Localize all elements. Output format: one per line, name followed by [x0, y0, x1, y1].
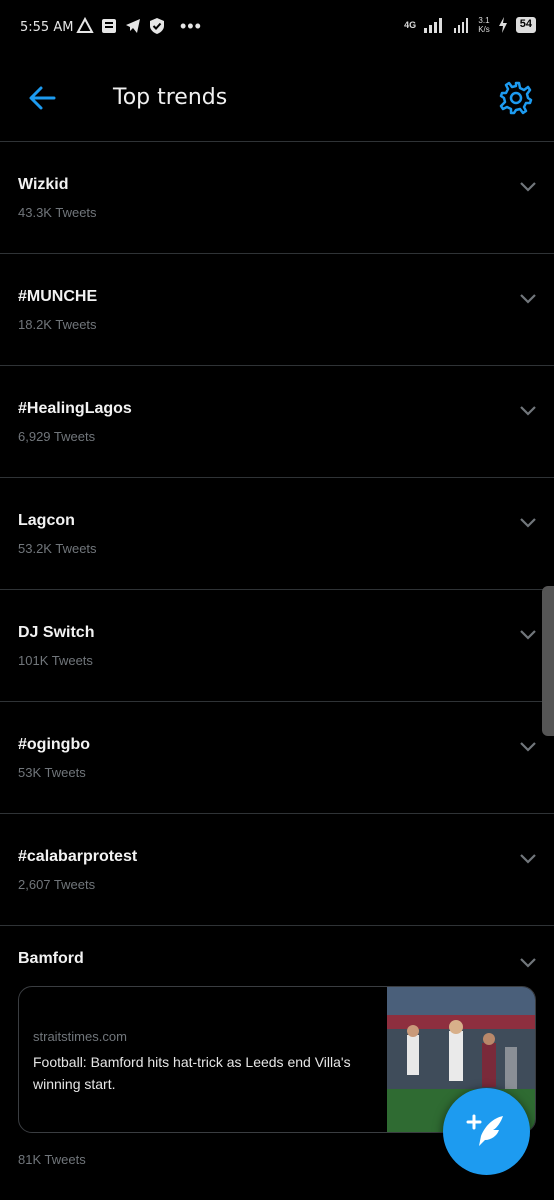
battery-indicator: 54: [515, 17, 536, 33]
trend-name: Bamford: [18, 950, 84, 967]
news-source: straitstimes.com: [33, 1029, 127, 1044]
chevron-down-icon[interactable]: [518, 626, 538, 642]
trend-count: 53.2K Tweets: [18, 541, 97, 556]
trend-count: 101K Tweets: [18, 653, 93, 668]
chevron-down-icon[interactable]: [518, 178, 538, 194]
chevron-down-icon[interactable]: [518, 738, 538, 754]
status-bar: 5:55 AM ••• 4G 3.1 K/s 54: [0, 0, 554, 56]
trend-row[interactable]: DJ Switch 101K Tweets: [0, 590, 554, 702]
more-notifications-dots: •••: [180, 16, 202, 36]
trend-row[interactable]: Wizkid 43.3K Tweets: [0, 142, 554, 254]
trend-row[interactable]: #ogingbo 53K Tweets: [0, 702, 554, 814]
trend-count: 81K Tweets: [18, 1152, 86, 1167]
trend-name: DJ Switch: [18, 624, 95, 641]
compose-tweet-button[interactable]: [443, 1088, 530, 1175]
chevron-down-icon[interactable]: [518, 290, 538, 306]
chevron-down-icon[interactable]: [518, 850, 538, 866]
trend-name: Wizkid: [18, 176, 69, 193]
chevron-down-icon[interactable]: [518, 954, 538, 970]
trend-row[interactable]: Lagcon 53.2K Tweets: [0, 478, 554, 590]
signal-icon-2: [454, 18, 469, 33]
signal-icon: [424, 18, 443, 33]
trend-row[interactable]: #MUNCHE 18.2K Tweets: [0, 254, 554, 366]
trend-name: #calabarprotest: [18, 848, 138, 865]
trend-count: 2,607 Tweets: [18, 877, 96, 892]
network-speed: 3.1 K/s: [478, 16, 490, 34]
trend-name: Lagcon: [18, 512, 75, 529]
chevron-down-icon[interactable]: [518, 402, 538, 418]
back-arrow-icon[interactable]: [26, 82, 58, 114]
trend-name: #ogingbo: [18, 736, 90, 753]
trend-count: 53K Tweets: [18, 765, 86, 780]
triangle-app-icon: [76, 17, 94, 33]
news-headline: Football: Bamford hits hat-trick as Leed…: [33, 1054, 351, 1092]
chevron-down-icon[interactable]: [518, 514, 538, 530]
app-header: Top trends: [0, 56, 554, 142]
trend-row[interactable]: #HealingLagos 6,929 Tweets: [0, 366, 554, 478]
trend-list: Wizkid 43.3K Tweets #MUNCHE 18.2K Tweets…: [0, 142, 554, 1200]
compose-tweet-icon: [466, 1114, 503, 1146]
trend-count: 6,929 Tweets: [18, 429, 96, 444]
status-time: 5:55 AM: [20, 20, 74, 35]
shield-check-icon: [150, 18, 164, 34]
trend-row[interactable]: #calabarprotest 2,607 Tweets: [0, 814, 554, 926]
charging-icon: [498, 17, 507, 33]
telegram-icon: [126, 19, 140, 33]
trend-count: 43.3K Tweets: [18, 205, 97, 220]
gear-icon[interactable]: [498, 80, 534, 116]
trend-name: #HealingLagos: [18, 400, 132, 417]
scrollbar-handle[interactable]: [542, 586, 554, 736]
page-title: Top trends: [113, 85, 228, 110]
network-type: 4G: [404, 20, 417, 30]
trend-count: 18.2K Tweets: [18, 317, 97, 332]
notification-icons: •••: [76, 17, 202, 35]
trend-name: #MUNCHE: [18, 288, 98, 305]
system-icons: 4G 3.1 K/s 54: [404, 16, 536, 34]
news-app-icon: [102, 19, 116, 33]
